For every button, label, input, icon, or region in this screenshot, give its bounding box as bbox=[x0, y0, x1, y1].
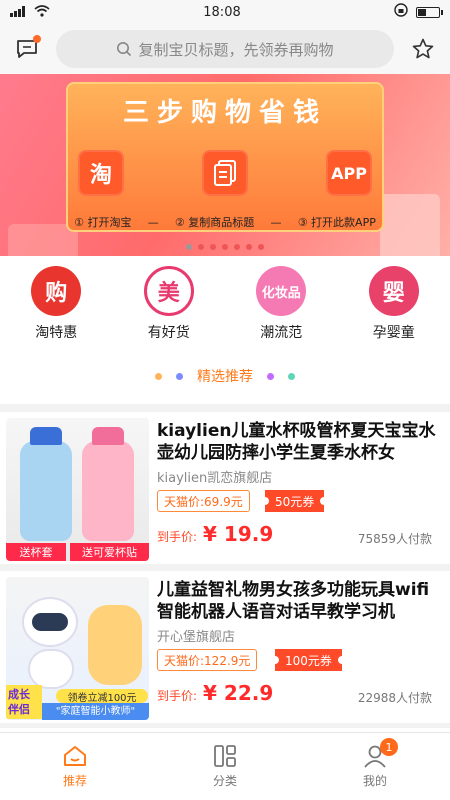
final-price: 到手价: ¥ 19.9 bbox=[157, 522, 273, 546]
decor-dot bbox=[288, 372, 295, 380]
favorite-button[interactable] bbox=[408, 34, 438, 64]
shop-name: 开心堡旗舰店 bbox=[157, 630, 236, 645]
robot-body-image bbox=[28, 649, 74, 689]
promo-banner[interactable]: 三步购物省钱 淘 APP ① 打开淘宝 — ② 复制商品标题 — ③ 打开此款A… bbox=[0, 74, 450, 256]
banner-step-2: ② 复制商品标题 bbox=[174, 216, 255, 229]
image-label: 领卷立减100元 bbox=[56, 689, 148, 704]
decor-dot bbox=[176, 372, 183, 380]
status-bar: 18:08 bbox=[0, 0, 450, 24]
sold-count: 75859人付款 bbox=[357, 532, 432, 546]
final-price-value: ¥ 19.9 bbox=[203, 522, 274, 546]
banner-dot[interactable] bbox=[258, 244, 264, 250]
image-label: 成长伴侣 bbox=[6, 685, 42, 719]
tmall-price: 天猫价:69.9元 bbox=[157, 490, 250, 512]
banner-dot[interactable] bbox=[210, 244, 216, 250]
copy-document-icon bbox=[202, 150, 248, 196]
status-left bbox=[10, 4, 50, 20]
category-baby[interactable]: 婴 孕婴童 bbox=[354, 266, 434, 342]
search-placeholder: 复制宝贝标题，先领券再购物 bbox=[138, 40, 334, 59]
banner-pagination bbox=[0, 244, 450, 250]
banner-icons: 淘 APP bbox=[78, 150, 372, 196]
banner-title: 三步购物省钱 bbox=[122, 98, 327, 128]
tmall-price: 天猫价:122.9元 bbox=[157, 649, 258, 671]
nav-label: 分类 bbox=[212, 774, 237, 788]
wifi-icon bbox=[34, 4, 50, 20]
final-price-value: ¥ 22.9 bbox=[203, 681, 274, 705]
nav-label: 我的 bbox=[362, 774, 387, 788]
nav-item-mine[interactable]: 我的 1 bbox=[330, 738, 420, 789]
message-button[interactable] bbox=[12, 34, 42, 64]
product-image: 送杯套 送可爱杯贴 bbox=[6, 418, 149, 561]
beauty-icon: 美 bbox=[143, 266, 194, 316]
banner-dot[interactable] bbox=[186, 244, 192, 250]
final-price: 到手价: ¥ 22.9 bbox=[157, 681, 273, 705]
search-icon bbox=[117, 42, 132, 57]
coupon-badge[interactable]: 50元券 bbox=[260, 490, 329, 512]
status-right bbox=[394, 3, 443, 21]
signal-icon bbox=[10, 5, 28, 20]
nav-item-recommend[interactable]: 推荐 bbox=[30, 744, 120, 789]
product-card[interactable]: 成长伴侣 领卷立减100元 "家庭智能小教师" 儿童益智礼物男女孩多功能玩具wi… bbox=[0, 571, 450, 723]
star-icon bbox=[412, 38, 434, 59]
image-label: 送可爱杯贴 bbox=[70, 543, 149, 561]
nav-label: 推荐 bbox=[62, 774, 87, 788]
water-bottle-image bbox=[20, 427, 72, 541]
final-price-label: 到手价: bbox=[157, 689, 198, 703]
header: 复制宝贝标题，先领券再购物 bbox=[0, 24, 450, 74]
decor-dot bbox=[155, 372, 162, 380]
banner-steps: ① 打开淘宝 — ② 复制商品标题 — ③ 打开此款APP bbox=[66, 210, 384, 234]
category-label: 潮流范 bbox=[260, 325, 303, 341]
product-card[interactable]: 送杯套 送可爱杯贴 kiaylien儿童水杯吸管杯夏天宝宝水壶幼儿园防摔小学生夏… bbox=[0, 412, 450, 564]
search-input[interactable]: 复制宝贝标题，先领券再购物 bbox=[56, 30, 394, 68]
status-time: 18:08 bbox=[203, 4, 241, 20]
lock-rotation-icon bbox=[394, 3, 408, 21]
banner-step-1: ① 打开淘宝 bbox=[74, 216, 132, 229]
category-icon bbox=[214, 745, 236, 767]
image-label: 送杯套 bbox=[6, 543, 66, 561]
sold-count: 22988人付款 bbox=[357, 691, 432, 705]
bottom-nav: 推荐 分类 我的 1 bbox=[0, 732, 450, 800]
banner-dot[interactable] bbox=[222, 244, 228, 250]
product-title: 儿童益智礼物男女孩多功能玩具wifi智能机器人语音对话早教学习机 bbox=[157, 580, 430, 622]
nav-item-category[interactable]: 分类 bbox=[180, 744, 270, 789]
cosmetics-icon: 化妆品 bbox=[256, 266, 307, 316]
category-label: 孕婴童 bbox=[372, 325, 415, 341]
shopping-bag-icon: 购 bbox=[31, 266, 82, 316]
product-title: kiaylien儿童水杯吸管杯夏天宝宝水壶幼儿园防摔小学生夏季水杯女 bbox=[157, 421, 436, 463]
category-trend[interactable]: 化妆品 潮流范 bbox=[241, 266, 321, 342]
category-label: 有好货 bbox=[147, 325, 190, 341]
image-label: "家庭智能小教师" bbox=[42, 703, 149, 720]
water-bottle-image bbox=[82, 427, 134, 541]
banner-step-3: ③ 打开此款APP bbox=[297, 216, 376, 229]
app-icon: APP bbox=[326, 150, 372, 196]
banner-dot[interactable] bbox=[246, 244, 252, 250]
category-label: 淘特惠 bbox=[35, 325, 78, 341]
shop-name: kiaylien凯恋旗舰店 bbox=[157, 471, 273, 486]
message-badge-dot bbox=[33, 35, 41, 43]
category-good-goods[interactable]: 美 有好货 bbox=[129, 266, 209, 342]
step-divider: — bbox=[147, 215, 159, 229]
notification-badge: 1 bbox=[380, 738, 398, 756]
category-tao-special[interactable]: 购 淘特惠 bbox=[16, 266, 96, 342]
home-icon bbox=[64, 746, 86, 766]
banner-dot[interactable] bbox=[234, 244, 240, 250]
taobao-icon: 淘 bbox=[78, 150, 124, 196]
battery-icon bbox=[416, 6, 443, 18]
section-header: 精选推荐 bbox=[0, 348, 450, 404]
robot-head-image bbox=[22, 597, 78, 647]
final-price-label: 到手价: bbox=[157, 530, 198, 544]
section-title: 精选推荐 bbox=[197, 369, 253, 385]
product-image: 成长伴侣 领卷立减100元 "家庭智能小教师" bbox=[6, 577, 149, 720]
category-row: 购 淘特惠 美 有好货 化妆品 潮流范 婴 孕婴童 bbox=[0, 256, 450, 348]
child-image bbox=[88, 605, 142, 685]
banner-dot[interactable] bbox=[198, 244, 204, 250]
coupon-badge[interactable]: 100元券 bbox=[271, 649, 346, 671]
step-divider: — bbox=[270, 215, 282, 229]
decor-dot bbox=[267, 372, 274, 380]
baby-icon: 婴 bbox=[368, 266, 419, 316]
